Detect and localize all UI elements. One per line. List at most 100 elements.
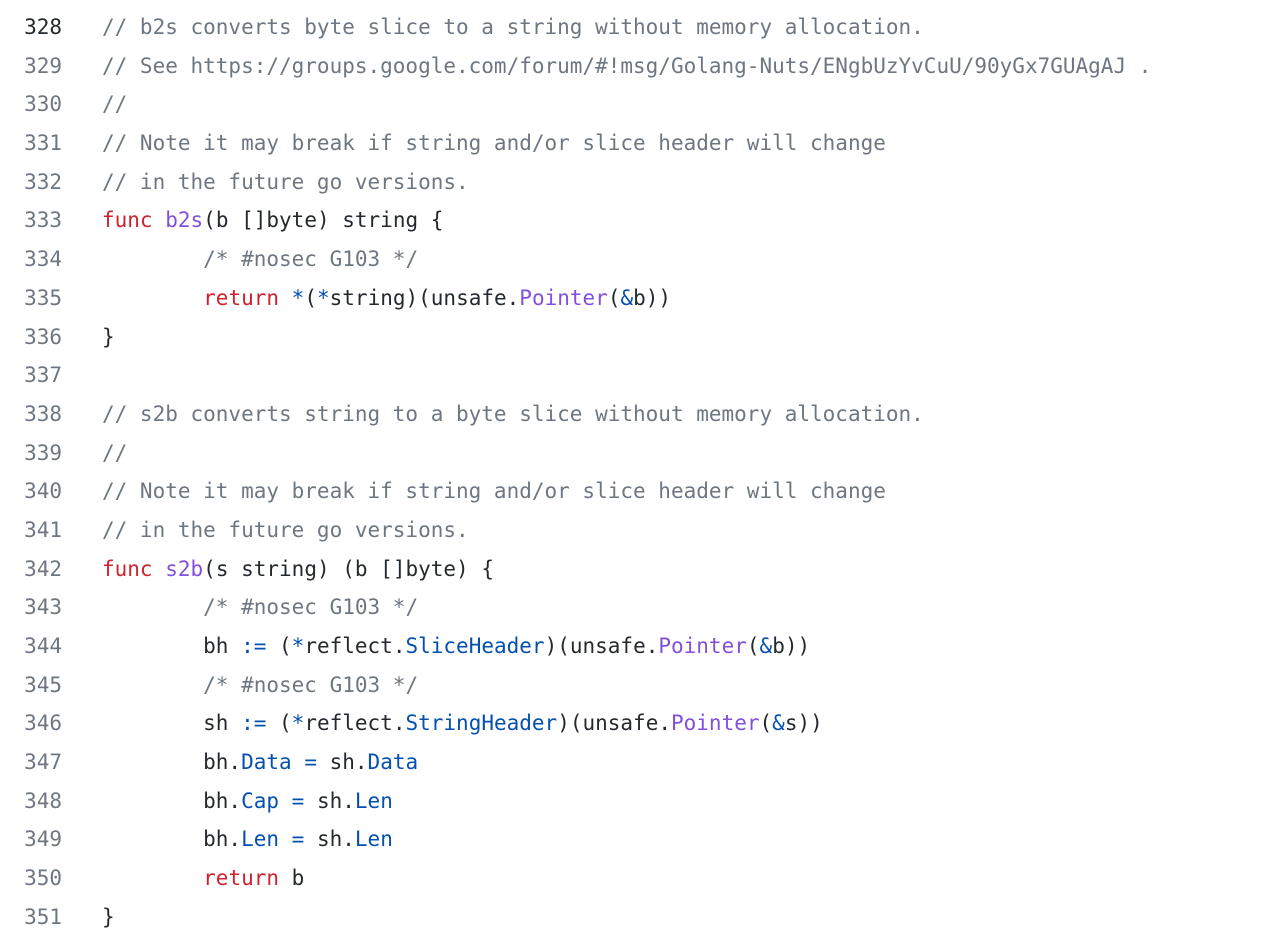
text-token: bh. [102,788,242,813]
line-content: // s2b converts string to a byte slice w… [62,395,924,434]
code-line: 351} [0,898,1280,937]
line-number[interactable]: 345 [0,666,62,705]
operator-token: = [304,750,317,775]
operator-token: & [759,634,773,658]
code-view: 328 // b2s converts byte slice to a strin… [0,8,1280,937]
line-number[interactable]: 349 [0,820,62,859]
operator-token: * [291,634,305,658]
line-number[interactable]: 351 [0,898,62,937]
line-content [62,356,102,395]
operator-token: Data [241,750,292,775]
text-token: string)(unsafe. [329,285,520,310]
text-token: (b []byte) string { [203,208,444,233]
line-number[interactable]: 344 [0,627,62,666]
line-content: func b2s(b []byte) string { [62,201,443,240]
code-line: 335 return *(*string)(unsafe.Pointer(&b)… [0,279,1280,318]
line-content: /* #nosec G103 */ [62,666,418,705]
line-content: } [62,898,115,937]
line-number[interactable]: 338 [0,395,62,434]
operator-token: Cap [241,788,280,813]
operator-token: Len [241,827,280,852]
line-number[interactable]: 337 [0,356,62,395]
text-token: } [102,904,115,929]
operator-token: Len [354,827,393,852]
line-number[interactable]: 347 [0,743,62,782]
function-token: Pointer [671,711,760,736]
code-line: 346 sh := (*reflect.StringHeader)(unsafe… [0,704,1280,743]
text-token: bh. [102,750,242,775]
line-number[interactable]: 339 [0,434,62,473]
line-content: /* #nosec G103 */ [62,588,418,627]
comment-token: // in the future go versions. [102,169,469,194]
line-number[interactable]: 336 [0,318,62,357]
code-line: 329 // See https://groups.google.com/foru… [0,47,1280,86]
code-line: 333 func b2s(b []byte) string { [0,201,1280,240]
operator-token: := [241,634,267,658]
text-token: sh [102,711,242,736]
line-number[interactable]: 328 [0,8,62,47]
line-number[interactable]: 342 [0,550,62,589]
comment-token: // [102,440,128,465]
line-content: // b2s converts byte slice to a string w… [62,8,924,47]
operator-token: Len [354,788,393,813]
text-token: b)) [633,285,672,310]
line-number[interactable]: 343 [0,588,62,627]
line-number[interactable]: 330 [0,85,62,124]
line-number[interactable]: 340 [0,472,62,511]
operator-token: := [241,711,267,736]
line-number[interactable]: 350 [0,859,62,898]
text-token: bh [102,634,242,658]
line-number[interactable]: 348 [0,782,62,821]
operator-token: * [291,285,305,310]
operator-token: * [316,285,330,310]
operator-token: & [772,711,785,736]
text-token: sh. [304,788,355,813]
line-number[interactable]: 335 [0,279,62,318]
code-line: 350 return b [0,859,1280,898]
text-token: )(unsafe. [544,634,659,658]
line-content: // Note it may break if string and/or sl… [62,472,886,511]
text-token: } [102,324,115,349]
code-line: 331 // Note it may break if string and/or… [0,124,1280,163]
text-token: b)) [772,634,811,658]
line-number[interactable]: 331 [0,124,62,163]
keyword-token: func [102,208,153,233]
code-line: 339 // [0,434,1280,473]
comment-token: /* #nosec G103 */ [203,672,419,697]
code-line: 347 bh.Data = sh.Data [0,743,1280,782]
text-token: bh. [102,827,242,852]
line-number[interactable]: 329 [0,47,62,86]
text-token: ( [746,634,760,658]
comment-token: // Note it may break if string and/or sl… [102,131,886,156]
line-content: // [62,85,127,124]
text-token: s)) [784,711,823,736]
line-number[interactable]: 333 [0,201,62,240]
function-token: Pointer [658,634,747,658]
line-number[interactable]: 346 [0,704,62,743]
function-token: b2s [165,208,204,233]
text-token: sh. [304,827,355,852]
line-content: } [62,318,115,357]
line-number[interactable]: 334 [0,240,62,279]
code-line: 336} [0,318,1280,357]
operator-token: = [291,788,305,813]
text-token: ( [266,634,292,658]
line-number[interactable]: 341 [0,511,62,550]
code-line: 330 // [0,85,1280,124]
text-token: sh. [316,750,368,775]
code-line: 345 /* #nosec G103 */ [0,666,1280,705]
code-line: 337 [0,356,1280,395]
line-number[interactable]: 332 [0,163,62,202]
comment-token: // Note it may break if string and/or sl… [102,479,886,504]
comment-token: // in the future go versions. [102,517,469,542]
code-line: 340 // Note it may break if string and/or… [0,472,1280,511]
text-token: (s string) (b []byte) { [203,556,494,581]
